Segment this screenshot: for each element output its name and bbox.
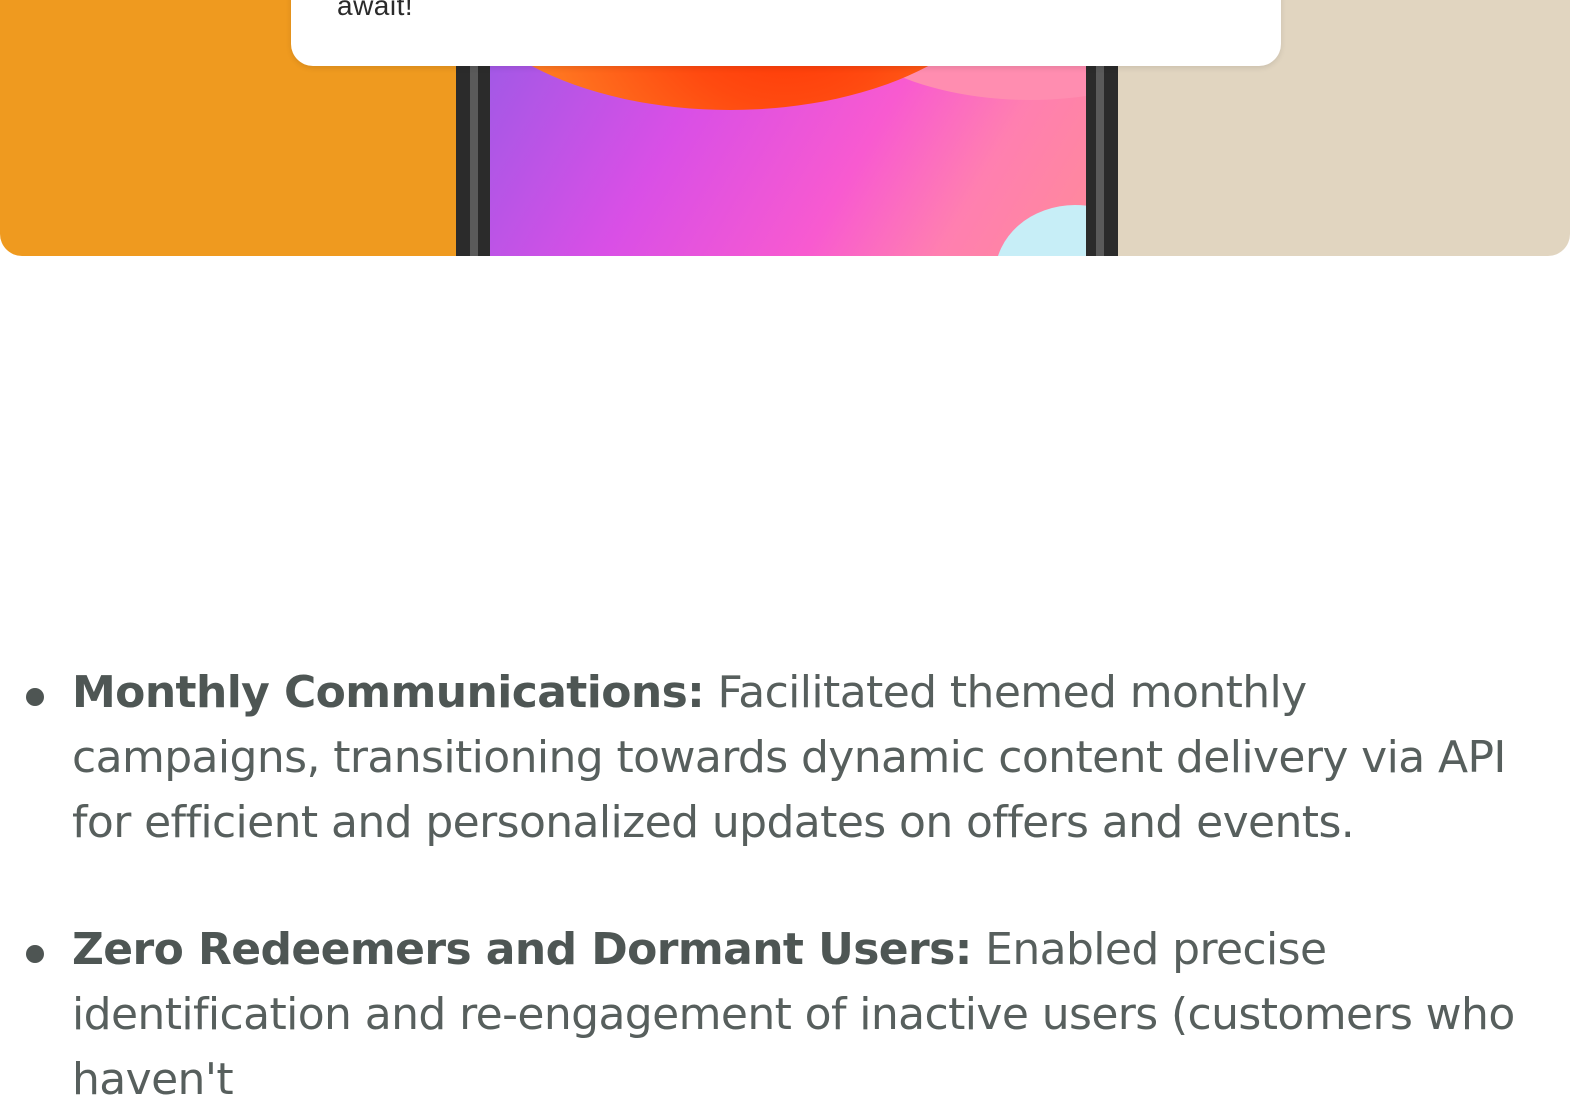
feature-title: Monthly Communications: (72, 667, 705, 718)
bullet-icon (26, 688, 44, 706)
hero-image: await! (0, 0, 1570, 256)
list-item: Zero Redeemers and Dormant Users: Enable… (0, 917, 1570, 1112)
bullet-icon (26, 945, 44, 963)
notification-text: await! (337, 0, 414, 21)
notification-card: await! (291, 0, 1281, 66)
wallpaper-cyan-shape (995, 205, 1086, 256)
list-item: Monthly Communications: Facilitated them… (0, 660, 1570, 855)
feature-list: Monthly Communications: Facilitated them… (0, 660, 1570, 1112)
feature-title: Zero Redeemers and Dormant Users: (72, 924, 972, 975)
